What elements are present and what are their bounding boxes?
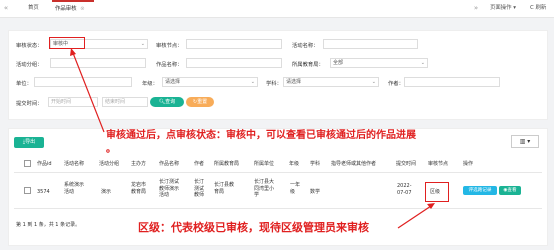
annotation-top: 审核通过后，点审核状态：审核中，可以查看已审核通过后的作品进展 xyxy=(106,130,416,141)
annotation-bottom: 区级：代表校级已审核，现待区级管理员来审核 xyxy=(138,221,369,234)
annotation-arrows xyxy=(70,48,435,229)
arrow-to-status-head xyxy=(70,48,76,56)
annotation-top-dot: 。 xyxy=(106,144,116,155)
arrow-to-node xyxy=(397,205,432,229)
arrow-to-status xyxy=(72,52,105,133)
